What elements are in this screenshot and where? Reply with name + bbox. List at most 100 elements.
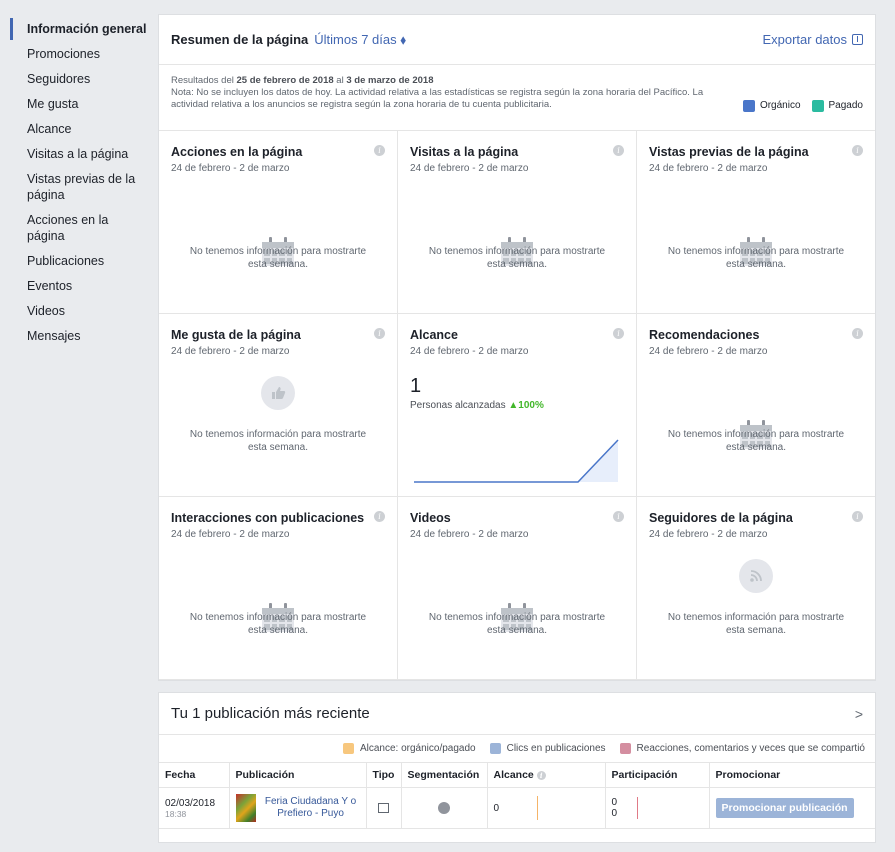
reach-swatch bbox=[342, 743, 354, 754]
sidebar-item-acciones[interactable]: Acciones en la página bbox=[10, 209, 148, 247]
tile-acciones[interactable]: Acciones en la página 24 de febrero - 2 … bbox=[159, 131, 398, 314]
sidebar-item-mensajes[interactable]: Mensajes bbox=[10, 325, 148, 347]
table-header-row: Fecha Publicación Tipo Segmentación Alca… bbox=[159, 763, 875, 788]
table-footer bbox=[159, 828, 875, 842]
thumbs-up-icon bbox=[261, 376, 295, 410]
tile-title: Me gusta de la página bbox=[171, 328, 301, 342]
clicks-swatch bbox=[489, 743, 501, 754]
organic-swatch bbox=[742, 99, 755, 112]
results-to: 3 de marzo de 2018 bbox=[346, 75, 434, 86]
info-icon[interactable]: i bbox=[374, 511, 385, 522]
notes-text: Resultados del 25 de febrero de 2018 al … bbox=[171, 75, 743, 120]
info-icon[interactable]: i bbox=[374, 328, 385, 339]
post-reach-value: 0 bbox=[493, 802, 500, 814]
post-engagement-cell: 0 0 bbox=[605, 787, 710, 828]
sidebar-item-seguidores[interactable]: Seguidores bbox=[10, 68, 148, 90]
col-reach: Alcance i bbox=[487, 763, 606, 788]
reach-sparkline bbox=[414, 439, 619, 483]
legend-paid: Pagado bbox=[828, 99, 863, 111]
info-icon[interactable]: i bbox=[613, 145, 624, 156]
info-icon[interactable]: i bbox=[852, 328, 863, 339]
post-type-icon bbox=[378, 803, 389, 813]
sidebar-item-promociones[interactable]: Promociones bbox=[10, 43, 148, 65]
sidebar-item-informacion-general[interactable]: Información general bbox=[10, 18, 148, 40]
sidebar-item-eventos[interactable]: Eventos bbox=[10, 275, 148, 297]
reach-label: Personas alcanzadas ▲100% bbox=[410, 400, 624, 411]
tile-recomendaciones[interactable]: Recomendaciones 24 de febrero - 2 de mar… bbox=[637, 314, 875, 497]
post-engagement-clicks: 0 bbox=[611, 797, 618, 808]
summary-title: Resumen de la página bbox=[171, 32, 309, 47]
empty-message: No tenemos información para mostrarte es… bbox=[428, 246, 606, 270]
results-from: 25 de febrero de 2018 bbox=[236, 75, 334, 86]
empty-message: No tenemos información para mostrarte es… bbox=[667, 612, 845, 636]
col-engagement: Participación bbox=[605, 763, 710, 788]
tile-alcance[interactable]: Alcance 24 de febrero - 2 de marzo i 1 P… bbox=[398, 314, 637, 497]
legend-reach: Alcance: orgánico/pagado bbox=[359, 743, 476, 754]
info-icon[interactable]: i bbox=[852, 511, 863, 522]
paid-swatch bbox=[811, 99, 824, 112]
sidebar-item-alcance[interactable]: Alcance bbox=[10, 118, 148, 140]
info-icon[interactable]: i bbox=[613, 511, 624, 522]
tile-title: Recomendaciones bbox=[649, 328, 760, 342]
tile-date: 24 de febrero - 2 de marzo bbox=[410, 163, 529, 174]
reach-change: ▲100% bbox=[508, 400, 544, 411]
tile-date: 24 de febrero - 2 de marzo bbox=[171, 346, 290, 357]
promote-post-button[interactable]: Promocionar publicación bbox=[715, 798, 854, 818]
empty-message: No tenemos información para mostrarte es… bbox=[189, 429, 367, 453]
tile-vistas-previas[interactable]: Vistas previas de la página 24 de febrer… bbox=[637, 131, 875, 314]
legend-reactions: Reacciones, comentarios y veces que se c… bbox=[636, 743, 865, 754]
info-icon[interactable]: i bbox=[613, 328, 624, 339]
recent-legend: Alcance: orgánico/pagado Clics en public… bbox=[159, 735, 875, 763]
metrics-grid: Acciones en la página 24 de febrero - 2 … bbox=[159, 131, 875, 680]
col-date: Fecha bbox=[159, 763, 230, 788]
sidebar-item-visitas[interactable]: Visitas a la página bbox=[10, 143, 148, 165]
col-promote: Promocionar bbox=[709, 763, 875, 788]
empty-message: No tenemos información para mostrarte es… bbox=[667, 246, 845, 270]
tile-videos[interactable]: Videos 24 de febrero - 2 de marzo i No t… bbox=[398, 497, 637, 680]
tile-me-gusta[interactable]: Me gusta de la página 24 de febrero - 2 … bbox=[159, 314, 398, 497]
tile-title: Visitas a la página bbox=[410, 145, 519, 159]
tile-title: Interacciones con publicaciones bbox=[171, 511, 365, 525]
post-publication-cell[interactable]: Feria Ciudadana Y o Prefiero - Puyo bbox=[229, 787, 367, 828]
info-icon[interactable]: i bbox=[374, 145, 385, 156]
tile-date: 24 de febrero - 2 de marzo bbox=[649, 346, 768, 357]
table-row[interactable]: 02/03/2018 18:38 Feria Ciudadana Y o Pre… bbox=[159, 787, 875, 829]
post-thumbnail[interactable] bbox=[235, 794, 256, 822]
recent-posts-card: Tu 1 publicación más reciente > Alcance:… bbox=[158, 692, 876, 843]
tile-date: 24 de febrero - 2 de marzo bbox=[649, 529, 768, 540]
tile-interacciones[interactable]: Interacciones con publicaciones 24 de fe… bbox=[159, 497, 398, 680]
info-icon[interactable]: i bbox=[536, 771, 546, 780]
rss-icon bbox=[739, 559, 773, 593]
chevron-right-icon[interactable]: > bbox=[855, 706, 863, 722]
tile-visitas[interactable]: Visitas a la página 24 de febrero - 2 de… bbox=[398, 131, 637, 314]
engagement-bar bbox=[637, 797, 639, 819]
sidebar-item-me-gusta[interactable]: Me gusta bbox=[10, 93, 148, 115]
col-publication: Publicación bbox=[229, 763, 367, 788]
post-promote-cell: Promocionar publicación bbox=[709, 788, 875, 829]
tile-date: 24 de febrero - 2 de marzo bbox=[410, 529, 529, 540]
tile-title: Vistas previas de la página bbox=[649, 145, 809, 159]
col-type: Tipo bbox=[366, 763, 402, 788]
sidebar-item-videos[interactable]: Videos bbox=[10, 300, 148, 322]
post-date: 02/03/2018 bbox=[165, 797, 216, 809]
sidebar-item-publicaciones[interactable]: Publicaciones bbox=[10, 250, 148, 272]
export-label: Exportar datos bbox=[762, 32, 847, 47]
post-title-link[interactable]: Feria Ciudadana Y o Prefiero - Puyo bbox=[262, 796, 360, 820]
summary-notes: Resultados del 25 de febrero de 2018 al … bbox=[159, 65, 875, 131]
tile-seguidores[interactable]: Seguidores de la página 24 de febrero - … bbox=[637, 497, 875, 680]
date-range-dropdown[interactable]: Últimos 7 días ⬧ bbox=[314, 32, 406, 48]
info-icon[interactable]: i bbox=[852, 145, 863, 156]
recent-posts-title: Tu 1 publicación más reciente bbox=[171, 705, 370, 722]
post-engagement-reactions: 0 bbox=[611, 808, 618, 819]
col-reach-label: Alcance bbox=[493, 769, 534, 781]
sidebar: Información general Promociones Seguidor… bbox=[10, 18, 148, 350]
empty-message: No tenemos información para mostrarte es… bbox=[189, 246, 367, 270]
export-data-link[interactable]: Exportar datos bbox=[762, 32, 863, 47]
results-range: Resultados del 25 de febrero de 2018 al … bbox=[171, 75, 743, 87]
legend-clicks: Clics en publicaciones bbox=[506, 743, 606, 754]
recent-posts-header[interactable]: Tu 1 publicación más reciente > bbox=[159, 693, 875, 735]
post-targeting-cell bbox=[401, 787, 488, 828]
sidebar-item-vistas-previas[interactable]: Vistas previas de la página bbox=[10, 168, 148, 206]
reach-bar bbox=[537, 796, 539, 820]
reach-label-text: Personas alcanzadas bbox=[410, 400, 506, 411]
